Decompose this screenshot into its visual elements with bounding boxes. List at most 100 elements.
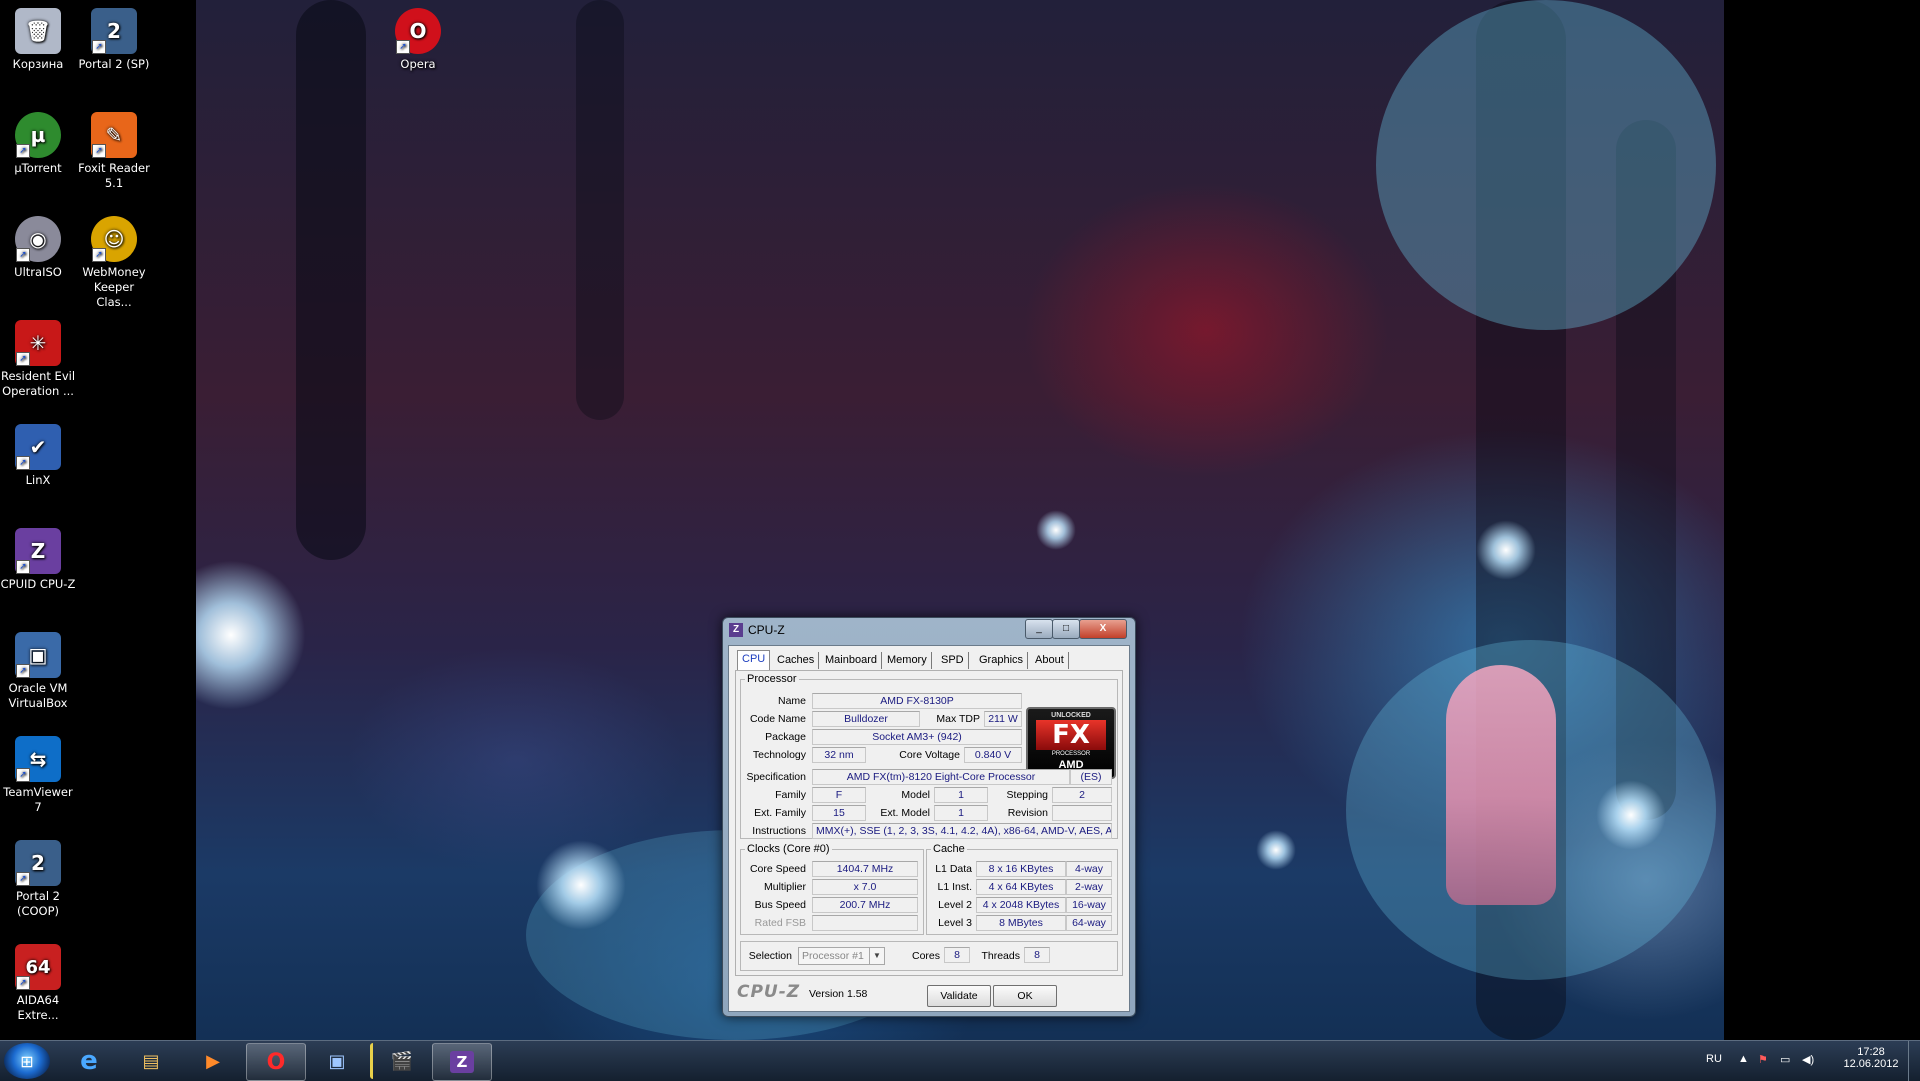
desktop-icon-label: Resident Evil Operation ...: [0, 369, 76, 398]
package-value: Socket AM3+ (942): [812, 729, 1022, 745]
cores-value: 8: [944, 947, 970, 963]
clock[interactable]: 17:28 12.06.2012: [1840, 1046, 1902, 1070]
chevron-down-icon[interactable]: ▼: [869, 948, 884, 964]
window-titlebar[interactable]: Z CPU-Z _ □ X: [723, 618, 1135, 642]
technology-label: Technology: [752, 749, 806, 761]
tab-spd[interactable]: SPD: [937, 652, 969, 669]
validate-button[interactable]: Validate: [927, 985, 991, 1007]
desktop-icon-label: Foxit Reader 5.1: [78, 161, 150, 190]
desktop-icon-webmoney[interactable]: ☺ ➚ WebMoney Keeper Clas...: [76, 212, 152, 310]
multiplier-value: x 7.0: [812, 879, 918, 895]
cpuz-app-icon: Z: [729, 623, 743, 637]
light-orb: [1476, 520, 1536, 580]
glowing-foliage: [1376, 0, 1716, 330]
stepping-label: Stepping: [1006, 789, 1048, 801]
desktop-icon-virtualbox[interactable]: ▣ ➚ Oracle VM VirtualBox: [0, 628, 76, 711]
portal2-icon: 2 ➚: [91, 8, 137, 54]
package-label: Package: [765, 731, 806, 743]
desktop-icon-ultraiso[interactable]: ◉ ➚ UltraISO: [0, 212, 76, 280]
threads-label: Threads: [981, 950, 1020, 962]
taskbar-button-cpuz[interactable]: Z: [432, 1043, 492, 1081]
desktop-icon-aida64[interactable]: 64 ➚ AIDA64 Extre...: [0, 940, 76, 1023]
desktop-icon-label: LinX: [25, 473, 51, 487]
desktop-icon-portal2-coop[interactable]: 2 ➚ Portal 2 (COOP): [0, 836, 76, 919]
taskbar-button-explorer[interactable]: ▤: [122, 1043, 180, 1079]
foxit-reader-icon: ✎ ➚: [91, 112, 137, 158]
show-hidden-icons-icon[interactable]: ▲: [1738, 1053, 1749, 1065]
cache-row-way: 16-way: [1066, 897, 1112, 913]
tab-about[interactable]: About: [1031, 652, 1069, 669]
webmoney-icon: ☺ ➚: [91, 216, 137, 262]
cpuz-body: CPU Caches Mainboard Memory SPD Graphics…: [728, 645, 1130, 1012]
desktop-icon-portal2-sp[interactable]: 2 ➚ Portal 2 (SP): [76, 4, 152, 72]
close-button[interactable]: X: [1079, 619, 1127, 639]
taskbar-button-video-editor[interactable]: 🎬: [370, 1043, 431, 1079]
version-text: Version 1.58: [809, 988, 868, 1000]
volume-icon[interactable]: ◀): [1802, 1053, 1814, 1066]
threads-value: 8: [1024, 947, 1050, 963]
tab-mainboard[interactable]: Mainboard: [821, 652, 882, 669]
desktop-icon-label: Oracle VM VirtualBox: [8, 681, 68, 710]
name-label: Name: [777, 695, 806, 707]
windows-logo-icon: ⊞: [20, 1051, 34, 1071]
pink-haired-figure: [1446, 665, 1556, 905]
aida64-icon: 64 ➚: [15, 944, 61, 990]
cpuz-icon: Z: [449, 1051, 475, 1073]
ok-button[interactable]: OK: [993, 985, 1057, 1007]
cache-row-size: 8 x 16 KBytes: [976, 861, 1066, 877]
start-button[interactable]: ⊞: [4, 1043, 50, 1079]
desktop-icon-opera[interactable]: O ➚ Opera: [380, 4, 456, 72]
tab-graphics[interactable]: Graphics: [975, 652, 1029, 669]
tab-caches[interactable]: Caches: [773, 652, 820, 669]
processor-legend: Processor: [747, 673, 797, 685]
desktop-icon-label: Portal 2 (COOP): [15, 889, 60, 918]
cpuz-icon: Z ➚: [15, 528, 61, 574]
taskbar-button-opera[interactable]: O: [246, 1043, 306, 1081]
desktop-icon-utorrent[interactable]: µ ➚ µTorrent: [0, 108, 76, 176]
cache-row-label: L1 Data: [935, 863, 972, 875]
tab-cpu[interactable]: CPU: [737, 650, 771, 670]
clock-time: 17:28: [1857, 1046, 1885, 1058]
model-label: Model: [901, 789, 930, 801]
desktop-icon-recycle-bin[interactable]: 🗑 Корзина: [0, 4, 76, 72]
tab-memory[interactable]: Memory: [883, 652, 932, 669]
linx-checkmark-icon: ✔ ➚: [15, 424, 61, 470]
corespeed-value: 1404.7 MHz: [812, 861, 918, 877]
cache-row-way: 2-way: [1066, 879, 1112, 895]
name-value: AMD FX-8130P: [812, 693, 1022, 709]
stepping-value: 2: [1052, 787, 1112, 803]
desktop-icon-resident-evil[interactable]: ✳ ➚ Resident Evil Operation ...: [0, 316, 76, 399]
cache-row-way: 4-way: [1066, 861, 1112, 877]
desktop-icon-label: WebMoney Keeper Clas...: [82, 265, 146, 309]
opera-icon: O ➚: [395, 8, 441, 54]
family-value: F: [812, 787, 866, 803]
desktop-icon-cpuz[interactable]: Z ➚ CPUID CPU-Z: [0, 524, 76, 592]
minimize-button[interactable]: _: [1025, 619, 1053, 639]
desktop-icon-linx[interactable]: ✔ ➚ LinX: [0, 420, 76, 488]
corevoltage-value: 0.840 V: [964, 747, 1022, 763]
maximize-button[interactable]: □: [1052, 619, 1080, 639]
light-orb: [196, 560, 306, 710]
clocks-legend: Clocks (Core #0): [747, 843, 830, 855]
tree-silhouette: [296, 0, 366, 560]
desktop-icon-label: AIDA64 Extre...: [16, 993, 60, 1022]
show-desktop-button[interactable]: [1908, 1041, 1920, 1081]
desktop-icon-teamviewer[interactable]: ⇆ ➚ TeamViewer 7: [0, 732, 76, 815]
light-orb: [1036, 510, 1076, 550]
specification-es-value: (ES): [1070, 769, 1112, 785]
desktop-icon-foxit-reader[interactable]: ✎ ➚ Foxit Reader 5.1: [76, 108, 152, 191]
ratedfsb-value: [812, 915, 918, 931]
taskbar-button-virtualbox[interactable]: ▣: [308, 1043, 366, 1079]
action-center-flag-icon[interactable]: ⚑: [1758, 1053, 1768, 1066]
taskbar-button-internet-explorer[interactable]: e: [60, 1043, 118, 1079]
processor-select[interactable]: Processor #1 ▼: [798, 947, 885, 965]
logo-unlocked-text: UNLOCKED: [1051, 712, 1091, 719]
internet-explorer-icon: e: [80, 1046, 98, 1076]
language-indicator[interactable]: RU: [1706, 1053, 1722, 1065]
umbrella-icon: ✳ ➚: [15, 320, 61, 366]
taskbar-button-media-player[interactable]: ▶: [184, 1043, 242, 1079]
network-icon[interactable]: ▭: [1780, 1053, 1790, 1066]
desktop-icon-label: Portal 2 (SP): [78, 57, 150, 71]
logo-fx-text: FX: [1036, 720, 1106, 750]
taskbar: ⊞ e ▤ ▶ O ▣ 🎬 Z RU ▲ ⚑ ▭ ◀) 17:28 12.06.…: [0, 1040, 1920, 1081]
